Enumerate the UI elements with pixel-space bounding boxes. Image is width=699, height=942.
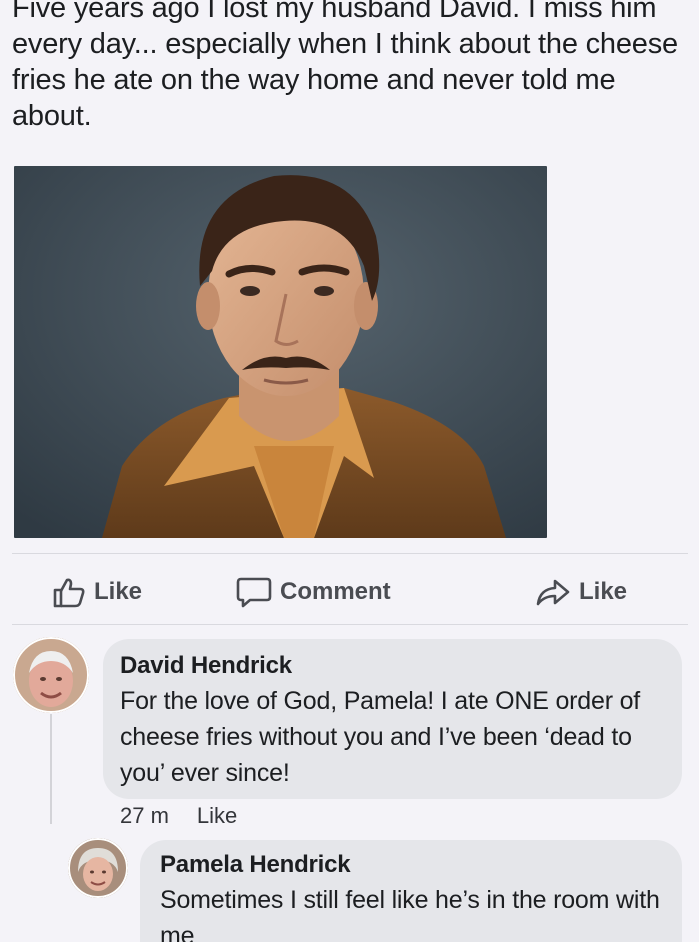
comment-author[interactable]: David Hendrick: [120, 651, 670, 681]
avatar-david[interactable]: [13, 637, 89, 713]
comment-timestamp: 27 m: [120, 803, 169, 828]
comment-text: Sometimes I still feel like he’s in the …: [160, 886, 660, 942]
old-man-avatar-image: [13, 637, 89, 713]
comment-bubble-david: David Hendrick For the love of God, Pame…: [103, 639, 682, 799]
portrait-image: [14, 166, 547, 538]
comment-label: Comment: [280, 578, 391, 605]
comment-text: For the love of God, Pamela! I ate ONE o…: [120, 687, 641, 787]
speech-bubble-icon: [236, 576, 272, 608]
post-photo[interactable]: [14, 166, 547, 538]
thumbs-up-icon: [52, 576, 86, 608]
action-bar: Like Comment Like: [0, 570, 699, 616]
thread-line: [50, 714, 52, 824]
divider-bottom: [12, 624, 688, 625]
divider-top: [12, 553, 688, 554]
comment-meta-david: 27 m Like: [120, 803, 237, 829]
comment-bubble-pamela: Pamela Hendrick Sometimes I still feel l…: [140, 840, 682, 942]
old-woman-avatar-image: [68, 838, 128, 898]
like-button[interactable]: Like: [52, 576, 142, 608]
comment-author[interactable]: Pamela Hendrick: [160, 850, 675, 880]
post-text: Five years ago I lost my husband David. …: [12, 0, 678, 132]
share-button[interactable]: Like: [535, 576, 627, 608]
like-label: Like: [94, 578, 143, 605]
avatar-pamela[interactable]: [68, 838, 128, 898]
comment-like-button[interactable]: Like: [197, 803, 237, 829]
share-arrow-icon: [535, 576, 571, 608]
share-label: Like: [579, 578, 628, 605]
comment-button[interactable]: Comment: [236, 576, 391, 608]
